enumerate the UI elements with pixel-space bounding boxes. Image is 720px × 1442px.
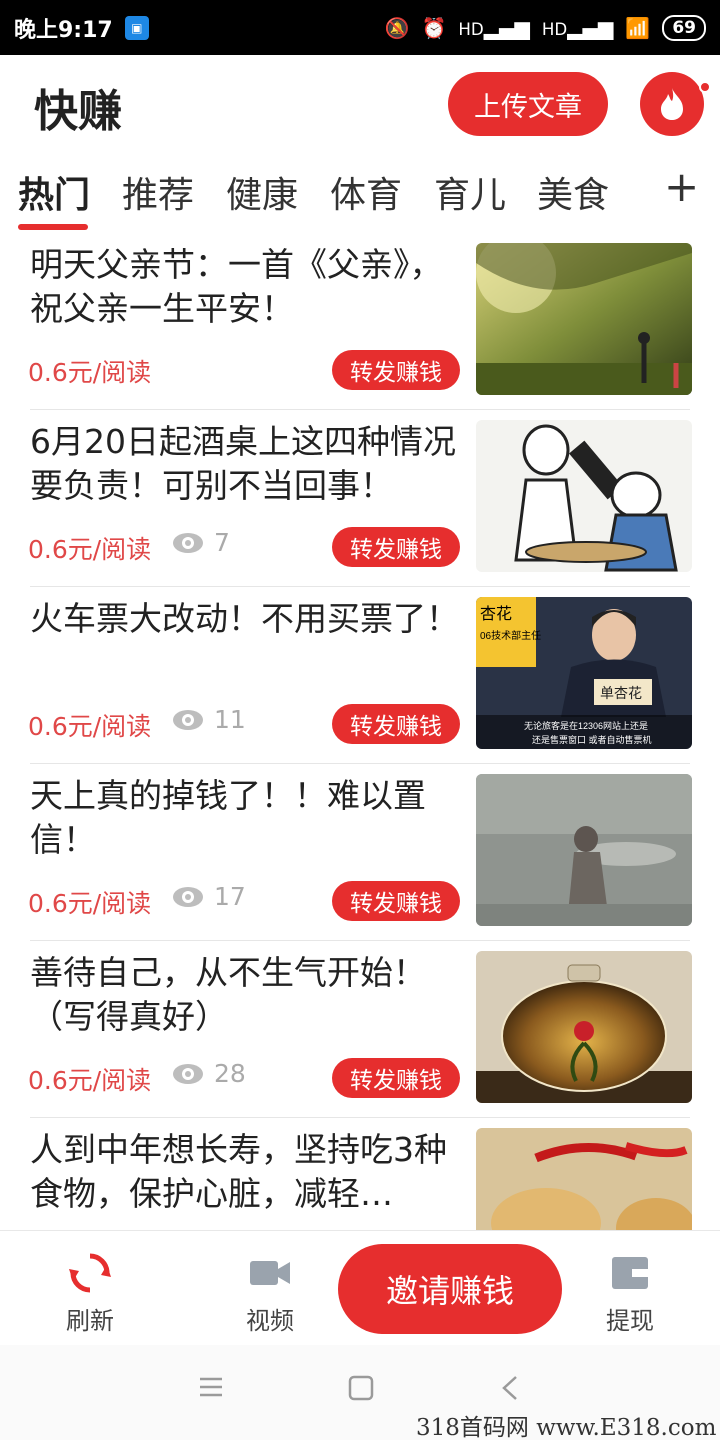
withdraw-label: 提现 — [606, 1307, 654, 1335]
share-earn-button[interactable]: 转发赚钱 — [332, 350, 460, 390]
category-tabs: 热门 推荐 健康 体育 育儿 美食 + — [0, 160, 720, 235]
view-count-value: 17 — [214, 882, 246, 911]
mute-icon: 🔕 — [384, 15, 410, 40]
view-count: 7 — [172, 528, 230, 557]
share-earn-button[interactable]: 转发赚钱 — [332, 527, 460, 567]
tab-parenting[interactable]: 育儿 — [434, 166, 506, 218]
refresh-button[interactable]: 刷新 — [40, 1251, 140, 1336]
app-header: 快赚 上传文章 — [0, 55, 720, 155]
thumb-caption-2: 还是售票窗口 或者自动售票机 — [532, 734, 652, 745]
thumb-side-sub: 06技术部主任 — [480, 629, 541, 642]
article-price: 0.6元/阅读 — [28, 535, 152, 564]
wifi-icon: 📶 — [625, 15, 651, 40]
tab-sports[interactable]: 体育 — [330, 166, 402, 218]
article-feed[interactable]: 明天父亲节：一首《父亲》，祝父亲一生平安！ 0.6元/阅读 转发赚钱 6月20日… — [0, 233, 720, 1230]
status-bar: 晚上9:17 ▣ 🔕 ⏰ HD▂▄▆ HD▂▄▆ 📶 69 — [0, 0, 720, 55]
article-item[interactable]: 明天父亲节：一首《父亲》，祝父亲一生平安！ 0.6元/阅读 转发赚钱 — [0, 233, 720, 410]
article-title[interactable]: 善待自己，从不生气开始！（写得真好） — [30, 951, 460, 1039]
eye-icon — [173, 886, 203, 907]
article-price: 0.6元/阅读 — [28, 1066, 152, 1095]
battery-indicator: 69 — [662, 14, 706, 41]
app-notification-icon: ▣ — [124, 15, 149, 40]
view-count: 11 — [172, 705, 246, 734]
thumb-name-tag: 单杏花 — [600, 685, 642, 701]
eye-icon — [173, 709, 203, 730]
wallet-icon — [612, 1257, 648, 1289]
article-price: 0.6元/阅读 — [28, 358, 152, 387]
article-thumbnail[interactable] — [476, 420, 692, 572]
article-title[interactable]: 人到中年想长寿，坚持吃3种食物，保护心脏，减轻… — [30, 1128, 460, 1216]
status-icons: 🔕 ⏰ HD▂▄▆ HD▂▄▆ 📶 69 — [384, 14, 706, 41]
article-title[interactable]: 天上真的掉钱了！！难以置信！ — [30, 774, 460, 862]
thumb-side-text: 杏花 — [480, 605, 512, 623]
notification-dot — [699, 81, 711, 93]
active-tab-indicator — [18, 224, 88, 230]
article-item[interactable]: 天上真的掉钱了！！难以置信！ 0.6元/阅读 17 转发赚钱 — [0, 764, 720, 941]
add-tab-button[interactable]: + — [664, 162, 699, 211]
watermark: 318首码网 www.E318.com — [416, 1415, 717, 1441]
article-item[interactable]: 6月20日起酒桌上这四种情况要负责！可别不当回事！ 0.6元/阅读 7 转发赚钱 — [0, 410, 720, 587]
article-item[interactable]: 人到中年想长寿，坚持吃3种食物，保护心脏，减轻… — [0, 1118, 720, 1230]
article-thumbnail[interactable] — [476, 774, 692, 926]
view-count-value: 7 — [214, 528, 230, 557]
signal-icon-2: HD▂▄▆ — [541, 15, 614, 40]
article-thumbnail[interactable] — [476, 951, 692, 1103]
back-icon[interactable] — [500, 1375, 520, 1401]
article-title[interactable]: 明天父亲节：一首《父亲》，祝父亲一生平安！ — [30, 243, 460, 331]
upload-article-button[interactable]: 上传文章 — [448, 72, 608, 136]
withdraw-button[interactable]: 提现 — [580, 1251, 680, 1336]
view-count: 17 — [172, 882, 246, 911]
bottom-nav: 刷新 视频 邀请赚钱 提现 — [0, 1230, 720, 1345]
fire-icon — [661, 88, 683, 120]
hot-fire-button[interactable] — [640, 72, 704, 136]
menu-icon[interactable] — [198, 1375, 224, 1399]
tab-hot[interactable]: 热门 — [18, 166, 90, 218]
article-thumbnail[interactable] — [476, 243, 692, 395]
alarm-icon: ⏰ — [421, 15, 447, 40]
invite-earn-button[interactable]: 邀请赚钱 — [338, 1244, 562, 1334]
video-label: 视频 — [246, 1307, 294, 1335]
article-price: 0.6元/阅读 — [28, 889, 152, 918]
article-title[interactable]: 火车票大改动！不用买票了！ — [30, 597, 460, 641]
eye-icon — [173, 532, 203, 553]
app-title: 快赚 — [34, 86, 122, 137]
home-icon[interactable] — [348, 1375, 374, 1401]
thumb-caption-1: 无论旅客是在12306网站上还是 — [524, 720, 648, 731]
status-time: 晚上9:17 — [14, 17, 113, 43]
article-item[interactable]: 火车票大改动！不用买票了！ 0.6元/阅读 11 转发赚钱 杏花 06技术部主任… — [0, 587, 720, 764]
refresh-label: 刷新 — [66, 1307, 114, 1335]
share-earn-button[interactable]: 转发赚钱 — [332, 704, 460, 744]
eye-icon — [173, 1063, 203, 1084]
share-earn-button[interactable]: 转发赚钱 — [332, 881, 460, 921]
view-count-value: 28 — [214, 1059, 246, 1088]
article-thumbnail[interactable] — [476, 1128, 692, 1230]
signal-icon-1: HD▂▄▆ — [458, 15, 530, 40]
share-earn-button[interactable]: 转发赚钱 — [332, 1058, 460, 1098]
view-count: 28 — [172, 1059, 246, 1088]
view-count-value: 11 — [214, 705, 246, 734]
video-button[interactable]: 视频 — [220, 1251, 320, 1336]
tab-food[interactable]: 美食 — [537, 166, 609, 218]
tab-health[interactable]: 健康 — [226, 166, 298, 218]
article-item[interactable]: 善待自己，从不生气开始！（写得真好） 0.6元/阅读 28 转发赚钱 — [0, 941, 720, 1118]
refresh-icon — [69, 1253, 111, 1293]
article-title[interactable]: 6月20日起酒桌上这四种情况要负责！可别不当回事！ — [30, 420, 460, 508]
video-camera-icon — [250, 1261, 290, 1285]
tab-recommend[interactable]: 推荐 — [122, 166, 194, 218]
article-thumbnail[interactable]: 杏花 06技术部主任 单杏花 无论旅客是在12306网站上还是 还是售票窗口 或… — [476, 597, 692, 749]
article-price: 0.6元/阅读 — [28, 712, 152, 741]
